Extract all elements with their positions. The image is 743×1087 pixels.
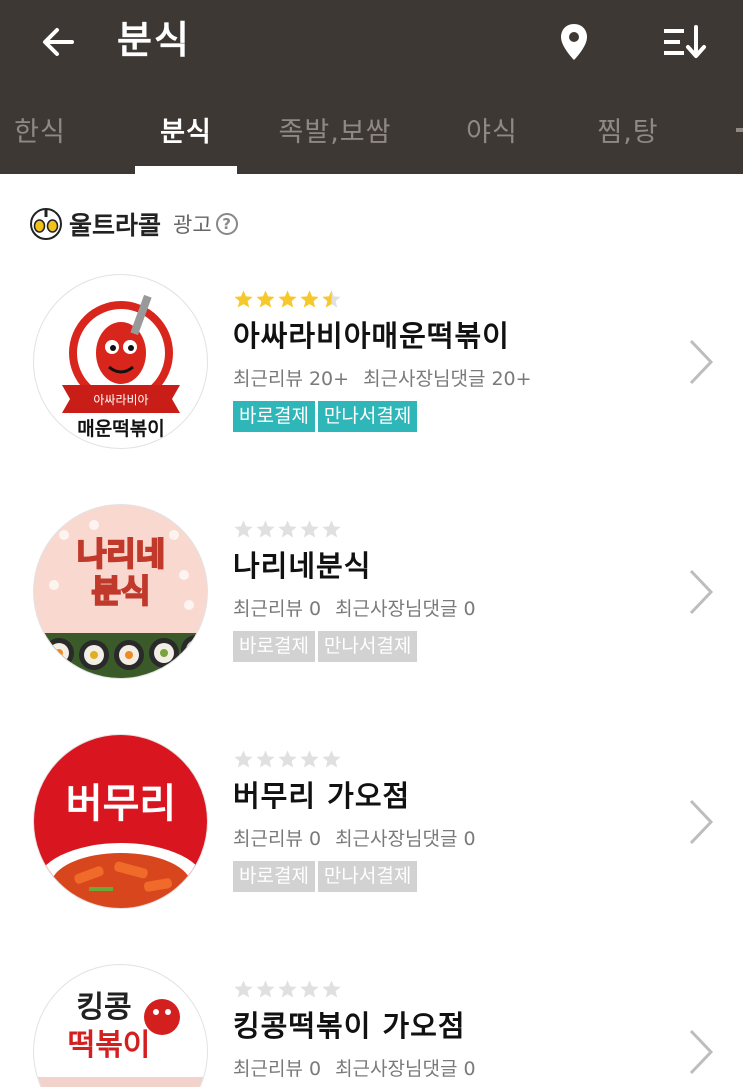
restaurant-name: 나리네분식 bbox=[233, 549, 372, 583]
restaurant-logo-art: 킹콩 떡볶이 bbox=[34, 990, 207, 1087]
direct-pay-badge: 바로결제 bbox=[233, 401, 315, 432]
owner-reply-count: 최근사장님댓글 0 bbox=[335, 828, 476, 850]
tab-snack[interactable]: 분식 bbox=[135, 95, 237, 174]
star-icon bbox=[278, 520, 297, 538]
tab-overflow-hint bbox=[736, 128, 743, 132]
active-tab-indicator bbox=[135, 166, 237, 174]
review-count: 최근리뷰 0 bbox=[233, 1058, 322, 1080]
payment-badges: 바로결제 만나서결제 bbox=[233, 631, 420, 662]
owner-reply-count: 최근사장님댓글 0 bbox=[335, 1058, 476, 1080]
top-bar: 분식 bbox=[0, 0, 743, 85]
location-button[interactable] bbox=[546, 14, 602, 70]
star-icon bbox=[300, 750, 319, 768]
star-icon bbox=[234, 750, 253, 768]
logo-subtext: 분식 bbox=[92, 572, 151, 610]
review-stats: 최근리뷰 0 최근사장님댓글 0 bbox=[233, 824, 476, 851]
meet-pay-badge: 만나서결제 bbox=[317, 631, 418, 662]
star-icon bbox=[278, 980, 297, 998]
review-stats: 최근리뷰 0 최근사장님댓글 0 bbox=[233, 1054, 476, 1081]
star-icon bbox=[300, 520, 319, 538]
owner-reply-count: 최근사장님댓글 20+ bbox=[363, 368, 532, 390]
list-item[interactable]: 아싸라비아 매운떡볶이 아싸라비아매운떡볶이 최근리뷰 20+ 최근사장님댓글 2… bbox=[0, 265, 743, 495]
review-count: 최근리뷰 20+ bbox=[233, 368, 350, 390]
star-icon bbox=[322, 750, 341, 768]
restaurant-logo-art: 나리네 분식 bbox=[34, 520, 207, 678]
arrow-left-icon bbox=[43, 28, 74, 56]
logo-text: 버무리 bbox=[66, 781, 176, 827]
star-icon bbox=[278, 750, 297, 768]
direct-pay-badge: 바로결제 bbox=[233, 861, 315, 892]
sort-icon bbox=[664, 25, 706, 58]
help-icon[interactable]: ? bbox=[215, 213, 238, 235]
page-title: 분식 bbox=[117, 18, 191, 62]
meet-pay-badge: 만나서결제 bbox=[317, 401, 418, 432]
star-icon bbox=[300, 980, 319, 998]
restaurant-logo: 나리네 분식 bbox=[33, 504, 208, 679]
star-icon bbox=[300, 290, 319, 308]
rating-stars bbox=[233, 289, 343, 313]
logo-text: 매운떡볶이 bbox=[77, 418, 164, 440]
rating-stars bbox=[233, 749, 343, 773]
star-half-icon bbox=[322, 290, 341, 308]
tab-jjim-tang[interactable]: 찜,탕 bbox=[590, 95, 666, 174]
category-tabs: 한식 분식 족발,보쌈 야식 찜,탕 bbox=[0, 95, 743, 174]
restaurant-logo: 킹콩 떡볶이 bbox=[33, 964, 208, 1087]
star-icon bbox=[234, 520, 253, 538]
star-icon bbox=[322, 520, 341, 538]
review-count: 최근리뷰 0 bbox=[233, 828, 322, 850]
tab-jokbal-bossam[interactable]: 족발,보쌈 bbox=[270, 95, 400, 174]
chevron-right-icon bbox=[689, 799, 714, 845]
star-icon bbox=[256, 520, 275, 538]
star-icon bbox=[278, 290, 297, 308]
ad-section-title: 울트라콜 bbox=[69, 211, 162, 240]
review-stats: 최근리뷰 0 최근사장님댓글 0 bbox=[233, 594, 476, 621]
app-header: 분식 한식 분식 족발,보쌈 야식 찜,탕 bbox=[0, 0, 743, 174]
map-pin-icon bbox=[561, 24, 587, 60]
chevron-right-icon bbox=[689, 1029, 714, 1075]
sort-button[interactable] bbox=[654, 14, 714, 70]
restaurant-logo-art: 버무리 bbox=[36, 781, 206, 908]
payment-badges: 바로결제 만나서결제 bbox=[233, 861, 420, 892]
review-stats: 최근리뷰 20+ 최근사장님댓글 20+ bbox=[233, 364, 532, 391]
list-item[interactable]: 나리네 분식 나리네분식 최근리뷰 0 최근사장님댓글 0 바로결제 만나서결제 bbox=[0, 495, 743, 725]
tab-late-night[interactable]: 야식 bbox=[462, 95, 522, 174]
ad-tag: 광고 bbox=[173, 213, 212, 237]
star-icon bbox=[256, 980, 275, 998]
tab-korean[interactable]: 한식 bbox=[10, 95, 70, 174]
restaurant-logo: 아싸라비아 매운떡볶이 bbox=[33, 274, 208, 449]
chevron-right-icon bbox=[689, 569, 714, 615]
restaurant-name: 버무리 가오점 bbox=[233, 779, 411, 813]
star-icon bbox=[256, 290, 275, 308]
star-icon bbox=[256, 750, 275, 768]
restaurant-name: 아싸라비아매운떡볶이 bbox=[233, 319, 510, 353]
star-icon bbox=[322, 980, 341, 998]
direct-pay-badge: 바로결제 bbox=[233, 631, 315, 662]
rating-stars bbox=[233, 519, 343, 543]
payment-badges: 바로결제 만나서결제 bbox=[233, 401, 420, 432]
review-count: 최근리뷰 0 bbox=[233, 598, 322, 620]
owner-reply-count: 최근사장님댓글 0 bbox=[335, 598, 476, 620]
ad-section-header: 울트라콜 광고 ? bbox=[29, 206, 238, 242]
back-button[interactable] bbox=[30, 14, 86, 70]
meet-pay-badge: 만나서결제 bbox=[317, 861, 418, 892]
star-icon bbox=[234, 980, 253, 998]
list-item[interactable]: 버무리 버무리 가오점 최근리뷰 0 최근사장님댓글 0 바로결제 만나서결제 bbox=[0, 725, 743, 955]
ultracall-logo-icon bbox=[30, 208, 62, 240]
logo-subtext: 아싸라비아 bbox=[93, 393, 148, 407]
list-item[interactable]: 킹콩 떡볶이 킹콩떡볶이 가오점 최근리뷰 0 최근사장님댓글 0 bbox=[0, 955, 743, 1087]
restaurant-logo-art: 아싸라비아 매운떡볶이 bbox=[62, 294, 180, 440]
logo-subtext: 떡볶이 bbox=[68, 1028, 151, 1063]
logo-text: 킹콩 bbox=[76, 990, 131, 1025]
logo-text: 나리네 bbox=[77, 535, 165, 573]
rating-stars bbox=[233, 979, 343, 1003]
restaurant-name: 킹콩떡볶이 가오점 bbox=[233, 1009, 466, 1043]
star-icon bbox=[234, 290, 253, 308]
chevron-right-icon bbox=[689, 339, 714, 385]
restaurant-logo: 버무리 bbox=[33, 734, 208, 909]
